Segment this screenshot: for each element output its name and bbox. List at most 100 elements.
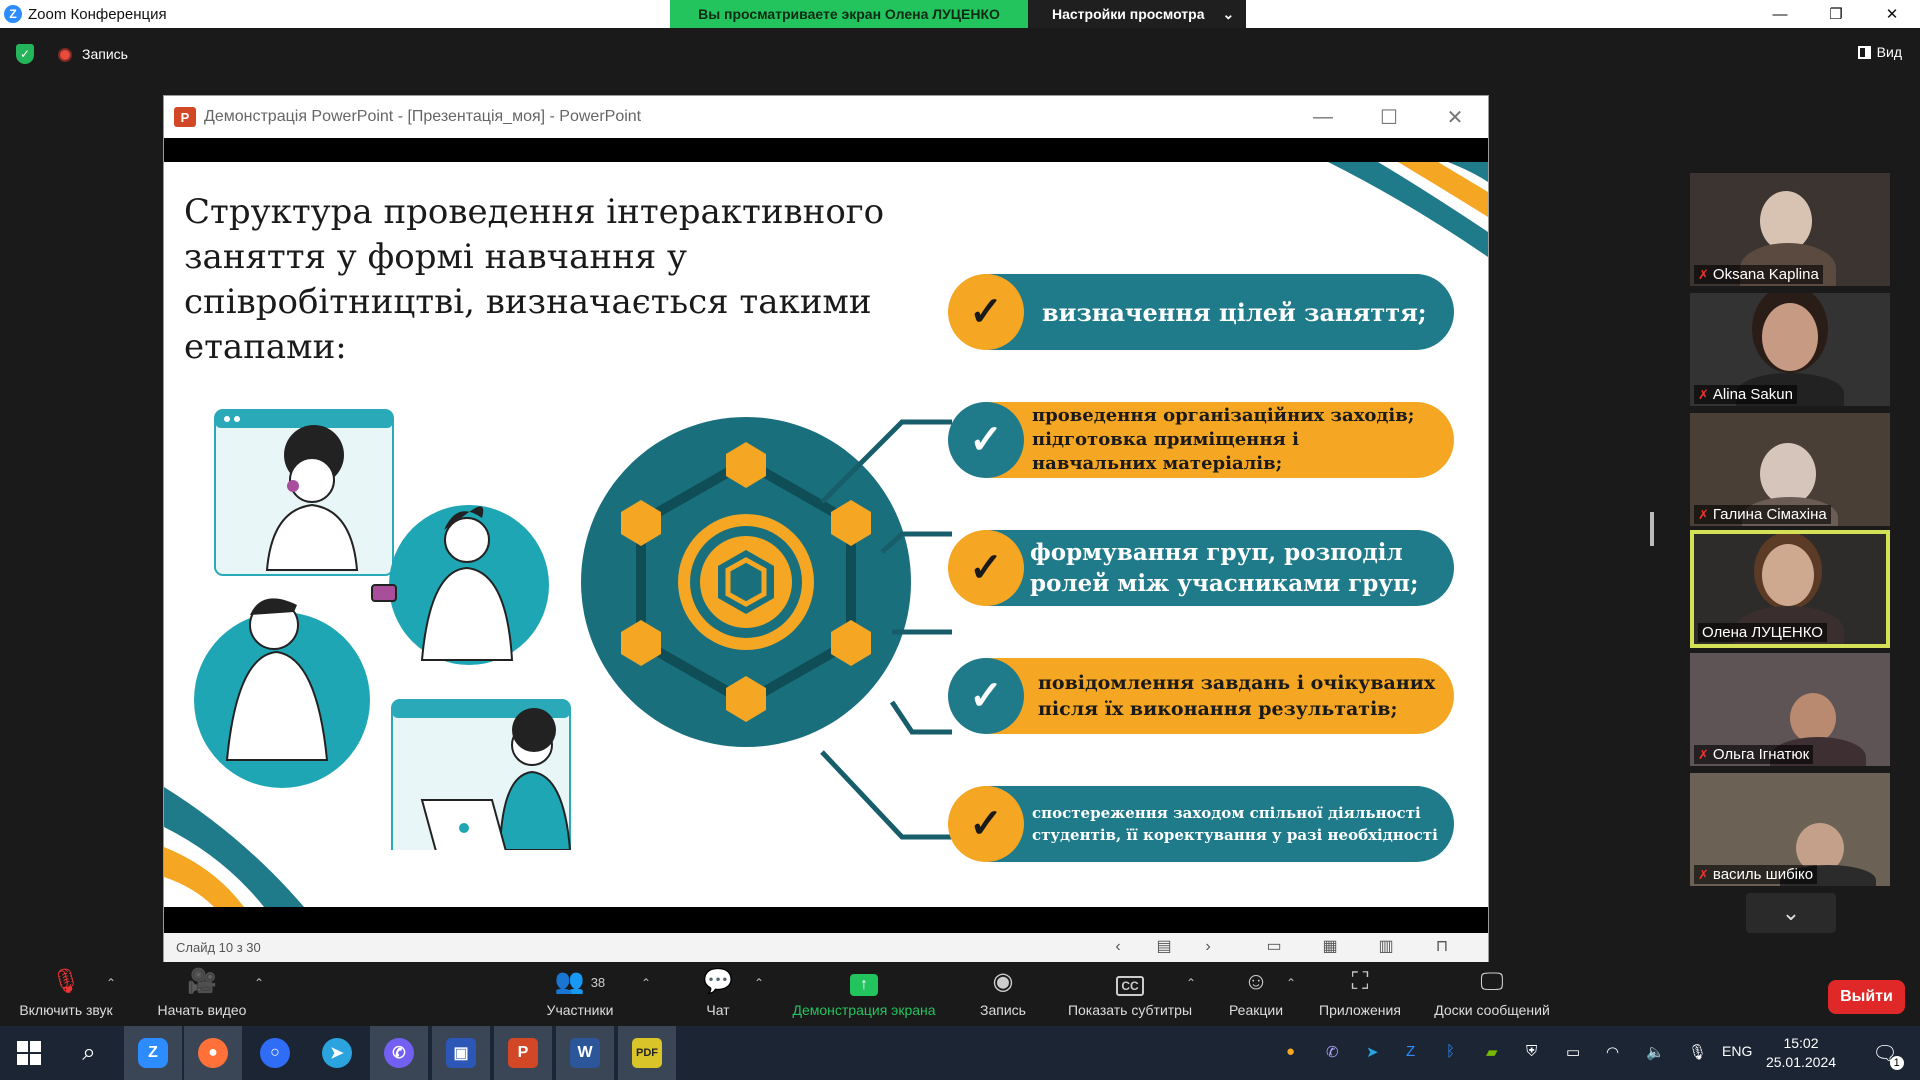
meeting-toolbar: 🎙 Включить звук ⌃ 🎥 Начать видео ⌃ 👥 38 У…	[0, 962, 1920, 1026]
participant-tile[interactable]: ✗ василь шибіко	[1690, 773, 1890, 886]
tray-telegram-icon[interactable]: ➤	[1366, 1043, 1379, 1061]
participant-video	[1760, 443, 1816, 505]
minimize-button[interactable]: —	[1752, 0, 1808, 28]
chat-options-caret[interactable]: ⌃	[754, 976, 764, 990]
participants-button[interactable]: 👥 38 Участники	[532, 962, 628, 1026]
search-button[interactable]: ⌕	[60, 1026, 118, 1080]
participant-tile[interactable]: ✗ Alina Sakun	[1690, 293, 1890, 406]
record-button[interactable]: ◉ Запись	[968, 962, 1038, 1026]
system-clock[interactable]: 15:02 25.01.2024	[1756, 1034, 1846, 1072]
slide-menu-icon[interactable]: ▤	[1154, 938, 1174, 956]
telegram-icon: ➤	[322, 1038, 352, 1068]
window-controls: — ❐ ✕	[1752, 0, 1920, 28]
security-shield-icon[interactable]: ✓	[16, 44, 34, 64]
slide-viewport: Структура проведення інтерактивного заня…	[164, 138, 1488, 935]
participant-tile-active-speaker[interactable]: Олена ЛУЦЕНКО	[1690, 530, 1890, 648]
stage-4-text: повідомлення завдань і очікуваних після …	[1038, 672, 1436, 720]
reading-view-icon[interactable]: ▥	[1376, 938, 1396, 956]
normal-view-icon[interactable]: ▭	[1264, 938, 1284, 956]
taskbar-app-pdf[interactable]: PDF	[618, 1026, 676, 1080]
tray-microphone-icon[interactable]: 🎙	[1688, 1043, 1707, 1061]
tray-wifi-icon[interactable]: ◠	[1606, 1043, 1619, 1061]
taskbar-app-viber[interactable]: ✆	[370, 1026, 428, 1080]
powerpoint-window: P Демонстрація PowerPoint - [Презентація…	[163, 95, 1489, 963]
muted-mic-icon: ✗	[1698, 746, 1709, 762]
recording-icon	[58, 48, 72, 62]
ppt-maximize-button[interactable]: ☐	[1356, 96, 1422, 138]
participant-video	[1790, 693, 1836, 743]
participant-video	[1762, 544, 1814, 606]
taskbar-app-signal[interactable]: ○	[246, 1026, 304, 1080]
powerpoint-window-controls: — ☐ ✕	[1290, 96, 1488, 138]
slide-title: Структура проведення інтерактивного заня…	[184, 192, 885, 367]
participant-video	[1762, 303, 1818, 371]
ppt-minimize-button[interactable]: —	[1290, 96, 1356, 138]
close-button[interactable]: ✕	[1864, 0, 1920, 28]
next-slide-icon[interactable]: ›	[1198, 938, 1218, 956]
participant-tile[interactable]: ✗ Oksana Kaplina	[1690, 173, 1890, 286]
muted-mic-icon: ✗	[1698, 506, 1709, 522]
reactions-options-caret[interactable]: ⌃	[1286, 976, 1296, 990]
stage-1-bar: визначення цілей заняття;	[952, 274, 1454, 350]
share-screen-icon: ↑	[780, 962, 948, 996]
panel-splitter-handle[interactable]	[1650, 512, 1654, 546]
reactions-button[interactable]: ☺ Реакции	[1220, 962, 1292, 1026]
reactions-icon: ☺	[1243, 968, 1269, 995]
slide: Структура проведення інтерактивного заня…	[164, 162, 1488, 907]
scroll-participants-down-button[interactable]: ⌄	[1746, 893, 1836, 933]
tray-battery-icon[interactable]: ▭	[1566, 1043, 1580, 1061]
tray-volume-icon[interactable]: 🔈	[1646, 1043, 1665, 1061]
slideshow-view-icon[interactable]: ⊓	[1432, 938, 1452, 956]
tray-security-icon[interactable]: ⛨	[1526, 1043, 1537, 1060]
share-screen-button[interactable]: ↑ Демонстрация экрана	[780, 962, 948, 1026]
video-options-caret[interactable]: ⌃	[254, 976, 264, 990]
taskbar-app-zoom[interactable]: Z	[124, 1026, 182, 1080]
muted-mic-icon: ✗	[1698, 266, 1709, 282]
stage-5-check-icon: ✓	[948, 786, 1024, 862]
stage-4-bar: повідомлення завдань і очікуваних після …	[952, 658, 1454, 734]
captions-options-caret[interactable]: ⌃	[1186, 976, 1196, 990]
participants-options-caret[interactable]: ⌃	[641, 976, 651, 990]
participant-name-label: ✗ Галина Сімахіна	[1694, 505, 1831, 524]
slide-sorter-icon[interactable]: ▦	[1320, 938, 1340, 956]
taskbar-app-save[interactable]: ▣	[432, 1026, 490, 1080]
recording-label[interactable]: Запись	[82, 46, 128, 62]
stage-5-text: спостереження заходом спільної діяльност…	[1032, 804, 1438, 844]
tray-zoom-icon[interactable]: Z	[1406, 1043, 1415, 1060]
taskbar-app-word[interactable]: W	[556, 1026, 614, 1080]
notifications-button[interactable]: 🗨 1	[1856, 1026, 1914, 1080]
tray-bluetooth-icon[interactable]: ᛒ	[1446, 1043, 1455, 1060]
muted-mic-icon: ✗	[1698, 866, 1709, 882]
chat-button[interactable]: 💬 Чат	[694, 962, 742, 1026]
participant-tile[interactable]: ✗ Галина Сімахіна	[1690, 413, 1890, 526]
whiteboards-button[interactable]: 🖵 Доски сообщений	[1424, 962, 1560, 1026]
tray-orange-dot-icon[interactable]: ●	[1286, 1043, 1295, 1060]
connector-lines	[820, 419, 952, 840]
language-indicator[interactable]: ENG	[1722, 1043, 1752, 1059]
powerpoint-title: Демонстрація PowerPoint - [Презентація_м…	[204, 108, 642, 125]
start-button[interactable]	[0, 1026, 58, 1080]
start-video-button[interactable]: 🎥 Начать видео	[144, 962, 260, 1026]
tray-nvidia-icon[interactable]: ▰	[1486, 1043, 1498, 1061]
apps-button[interactable]: ⛶ Приложения	[1312, 962, 1408, 1026]
powerpoint-title-bar: P Демонстрація PowerPoint - [Презентація…	[164, 96, 1488, 138]
powerpoint-logo-icon: P	[174, 107, 196, 127]
view-settings-dropdown[interactable]: Настройки просмотра ⌄	[1028, 0, 1246, 28]
taskbar-app-powerpoint[interactable]: P	[494, 1026, 552, 1080]
unmute-button[interactable]: 🎙 Включить звук	[8, 962, 124, 1026]
previous-slide-icon[interactable]: ‹	[1108, 938, 1128, 956]
taskbar-app-firefox[interactable]: ●	[184, 1026, 242, 1080]
ppt-close-button[interactable]: ✕	[1422, 96, 1488, 138]
view-button[interactable]: Вид	[1857, 44, 1902, 60]
participant-tile[interactable]: ✗ Ольга Ігнатюк	[1690, 653, 1890, 766]
taskbar-app-telegram[interactable]: ➤	[308, 1026, 366, 1080]
closed-captions-icon: CC	[1060, 962, 1200, 996]
messenger-icon: ○	[260, 1038, 290, 1068]
show-captions-button[interactable]: CC Показать субтитры	[1060, 962, 1200, 1026]
leave-meeting-button[interactable]: Выйти	[1828, 980, 1905, 1014]
whiteboard-icon: 🖵	[1480, 968, 1504, 995]
audio-options-caret[interactable]: ⌃	[106, 976, 116, 990]
restore-button[interactable]: ❐	[1808, 0, 1864, 28]
layout-icon	[1857, 45, 1871, 59]
tray-viber-icon[interactable]: ✆	[1326, 1043, 1339, 1061]
